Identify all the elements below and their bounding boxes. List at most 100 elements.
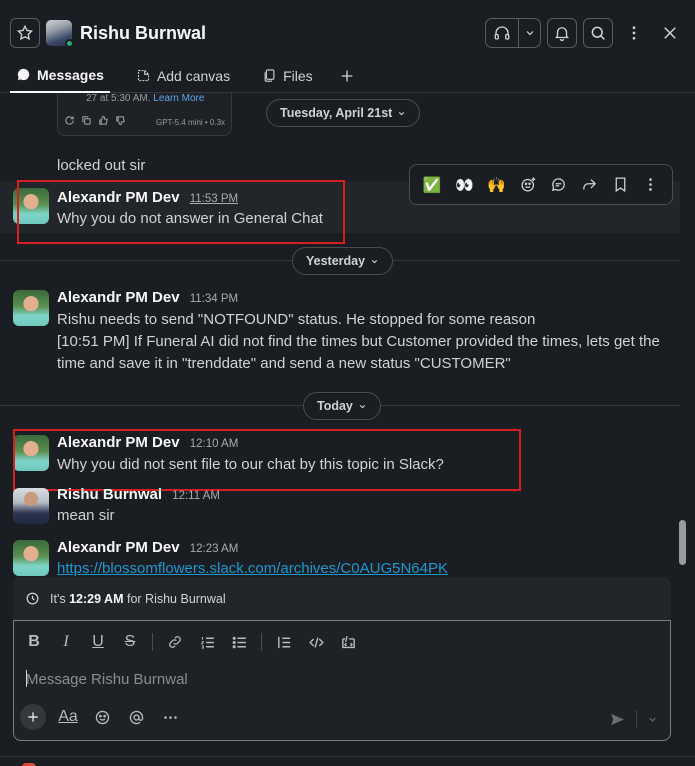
search-icon[interactable] (583, 18, 613, 48)
archive-link[interactable]: https://blossomflowers.slack.com/archive… (57, 560, 448, 577)
reply-thread-icon[interactable] (550, 176, 567, 193)
mention-icon[interactable] (124, 704, 148, 730)
header-actions (485, 18, 685, 48)
date-divider-tuesday[interactable]: Tuesday, April 21st (266, 99, 421, 127)
code-icon[interactable] (304, 629, 328, 655)
share-forward-icon[interactable] (581, 176, 598, 193)
date-divider-yesterday[interactable]: Yesterday (292, 247, 394, 275)
underline-icon[interactable]: U (86, 629, 110, 655)
close-icon[interactable] (655, 18, 685, 48)
bold-icon[interactable]: B (22, 629, 46, 655)
annotation-highlight-box (13, 429, 521, 491)
avatar[interactable] (13, 540, 49, 576)
bulleted-list-icon[interactable] (227, 629, 251, 655)
headphones-icon[interactable] (486, 19, 518, 47)
thumbs-down-icon[interactable] (115, 115, 126, 126)
card-tools (64, 115, 126, 126)
message-item[interactable]: Alexandr PM Dev 11:34 PM Rishu needs to … (0, 286, 680, 378)
author-name[interactable]: Rishu Burnwal (57, 486, 162, 503)
message-composer: B I U S Aa (13, 620, 671, 741)
thumbs-up-icon[interactable] (98, 115, 109, 126)
reaction-check-emoji[interactable]: ✅ (423, 176, 442, 194)
text-format-toggle[interactable]: Aa (56, 704, 80, 730)
local-time-value: 12:29 AM (69, 591, 124, 606)
toolbar-separator (261, 633, 262, 651)
huddle-button-group (485, 18, 541, 48)
header-avatar[interactable] (46, 20, 74, 48)
files-icon (264, 69, 275, 82)
tab-add-canvas[interactable]: Add canvas (130, 58, 236, 93)
send-controls (609, 710, 658, 728)
more-horizontal-icon[interactable] (158, 704, 182, 730)
attachment-card-fragment: 27 at 5:30 AM. Learn More GPT-5.4 mini •… (57, 93, 232, 136)
reaction-eyes-emoji[interactable]: 👀 (455, 176, 474, 194)
card-text: 27 at 5:30 AM. Learn More (86, 93, 204, 104)
plus-icon[interactable] (20, 704, 46, 730)
message-text-line: Rishu needs to send "NOTFOUND" status. H… (57, 311, 536, 328)
learn-more-link[interactable]: Learn More (153, 93, 204, 104)
more-actions-icon[interactable] (642, 176, 659, 193)
add-reaction-icon[interactable] (520, 176, 537, 193)
date-divider-label: Yesterday (306, 254, 366, 268)
tab-label: Messages (37, 66, 104, 83)
message-timestamp[interactable]: 11:34 PM (190, 293, 238, 305)
message-author[interactable]: Alexandr PM Dev 12:23 AM (57, 539, 238, 556)
avatar[interactable] (13, 290, 49, 326)
tab-label: Add canvas (156, 67, 231, 84)
bottom-status-strip (0, 756, 695, 766)
reaction-raised-hands-emoji[interactable]: 🙌 (487, 176, 506, 194)
author-name[interactable]: Alexandr PM Dev (57, 539, 180, 556)
author-name[interactable]: Alexandr PM Dev (57, 289, 180, 306)
local-time-prefix: It's (50, 591, 66, 606)
message-list[interactable]: 27 at 5:30 AM. Learn More GPT-5.4 mini •… (0, 93, 695, 577)
italic-icon[interactable]: I (54, 629, 78, 655)
copy-icon[interactable] (81, 115, 92, 126)
formatting-toolbar: B I U S (22, 627, 360, 657)
message-text-line: time and save it in "trenddate" and send… (57, 355, 511, 372)
message-timestamp[interactable]: 12:11 AM (172, 490, 220, 502)
send-separator (636, 710, 637, 728)
ordered-list-icon[interactable] (195, 629, 219, 655)
code-block-icon[interactable] (336, 629, 360, 655)
message-timestamp[interactable]: 12:23 AM (190, 543, 239, 555)
scrollbar-thumb[interactable] (679, 520, 686, 565)
card-text-prefix: 27 at 5:30 AM. (86, 93, 151, 104)
message-link-line: https://blossomflowers.slack.com/archive… (57, 558, 448, 577)
message-author[interactable]: Rishu Burnwal 12:11 AM (57, 486, 220, 503)
date-divider-label: Tuesday, April 21st (280, 106, 393, 120)
local-time-suffix: for Rishu Burnwal (126, 591, 226, 606)
channel-header: Rishu Burnwal Messages Add canvas Files (0, 0, 695, 93)
date-divider-today[interactable]: Today (303, 392, 381, 420)
link-icon[interactable] (163, 629, 187, 655)
message-item[interactable]: Alexandr PM Dev 12:23 AM https://blossom… (0, 536, 680, 577)
emoji-icon[interactable] (90, 704, 114, 730)
strikethrough-icon[interactable]: S (118, 629, 142, 655)
more-vertical-icon[interactable] (619, 18, 649, 48)
tab-label: Files (283, 67, 313, 84)
add-tab-plus-icon[interactable] (339, 58, 355, 93)
blockquote-icon[interactable] (272, 629, 296, 655)
send-icon[interactable] (609, 711, 626, 728)
model-label: GPT-5.4 mini • 0.3x (156, 118, 226, 127)
message-input[interactable] (26, 667, 626, 691)
star-icon[interactable] (10, 18, 40, 48)
message-text: mean sir (57, 507, 115, 524)
canvas-icon (137, 69, 149, 82)
avatar[interactable] (13, 488, 49, 524)
message-author[interactable]: Alexandr PM Dev 11:34 PM (57, 289, 238, 306)
bookmark-icon[interactable] (612, 176, 629, 193)
tab-files[interactable]: Files (256, 58, 319, 93)
message-actions-toolbar: ✅ 👀 🙌 (409, 164, 673, 205)
tab-messages[interactable]: Messages (10, 58, 110, 93)
channel-tabs: Messages Add canvas Files (10, 58, 355, 93)
chevron-down-icon (371, 259, 378, 263)
refresh-icon[interactable] (64, 115, 75, 126)
chevron-down-icon[interactable] (518, 19, 540, 47)
bell-icon[interactable] (547, 18, 577, 48)
local-time-banner: It's 12:29 AM for Rishu Burnwal (13, 577, 671, 620)
annotation-highlight-box (17, 180, 345, 244)
schedule-chevron-down-icon[interactable] (647, 714, 658, 725)
chevron-down-icon (399, 111, 405, 115)
channel-title[interactable]: Rishu Burnwal (80, 23, 206, 44)
message-item[interactable]: Rishu Burnwal 12:11 AM mean sir (0, 486, 680, 530)
